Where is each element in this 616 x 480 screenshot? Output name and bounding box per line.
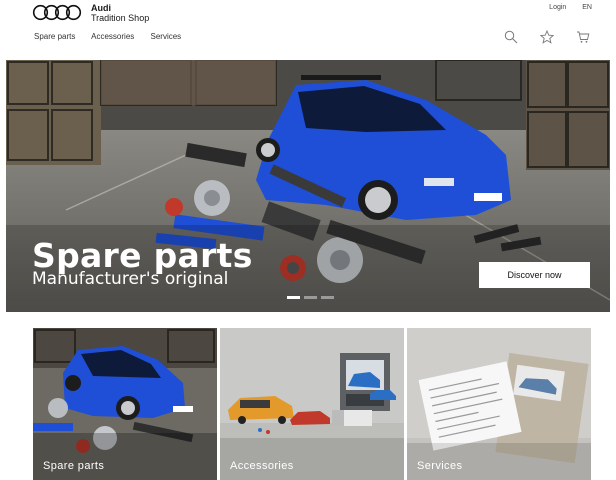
tile-label-accessories: Accessories	[230, 460, 294, 472]
tile-label-spare-parts: Spare parts	[43, 460, 105, 472]
tile-services[interactable]: Services	[407, 328, 591, 480]
login-link[interactable]: Login	[549, 4, 566, 11]
hero-banner: Spare parts Manufacturer's original Disc…	[6, 60, 610, 312]
carousel-dot-3[interactable]	[321, 296, 334, 299]
search-icon[interactable]	[504, 30, 518, 44]
cart-icon[interactable]	[576, 30, 590, 44]
top-links: Login EN	[535, 4, 592, 11]
audi-rings-logo[interactable]	[32, 4, 82, 21]
carousel-dot-1[interactable]	[287, 296, 300, 299]
brand-name: Audi	[91, 3, 111, 13]
tile-label-services: Services	[417, 460, 463, 472]
spare-parts-image	[33, 328, 217, 480]
tile-accessories[interactable]: Accessories	[220, 328, 404, 480]
language-switch[interactable]: EN	[582, 4, 592, 11]
category-tiles: Spare parts Accessories Services	[33, 328, 591, 480]
tile-spare-parts[interactable]: Spare parts	[33, 328, 217, 480]
brand-title[interactable]: Audi Tradition Shop	[91, 3, 149, 23]
carousel-dot-2[interactable]	[304, 296, 317, 299]
header-icons	[504, 29, 590, 44]
site-header: Audi Tradition Shop Login EN Spare parts…	[0, 0, 616, 58]
hero-subtitle: Manufacturer's original	[32, 269, 229, 289]
main-nav: Spare parts Accessories Services	[34, 32, 195, 41]
discover-now-button[interactable]: Discover now	[479, 262, 590, 288]
nav-item-services[interactable]: Services	[151, 32, 182, 41]
accessories-image	[220, 328, 404, 480]
carousel-indicators	[287, 296, 334, 299]
nav-item-spare-parts[interactable]: Spare parts	[34, 32, 75, 41]
services-image	[407, 328, 591, 480]
star-icon[interactable]	[539, 29, 555, 44]
nav-item-accessories[interactable]: Accessories	[91, 32, 134, 41]
brand-shop: Tradition Shop	[91, 13, 150, 23]
